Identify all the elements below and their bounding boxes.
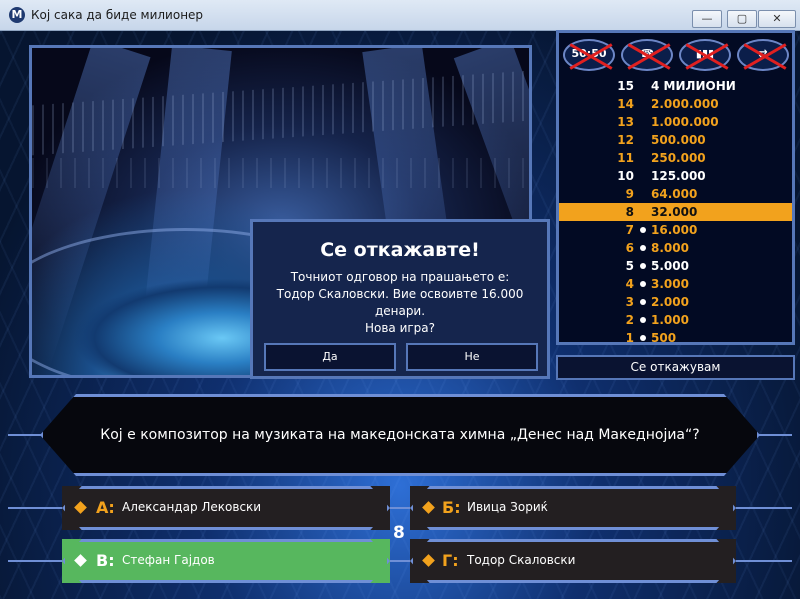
prize-level-number: 5 — [625, 259, 634, 273]
prize-level-2: 2 1.000 — [559, 311, 792, 329]
prize-level-amount: 5.000 — [651, 259, 689, 273]
answer-text: Ивица Зориќ — [467, 500, 548, 514]
safe-level-dot-icon — [640, 335, 646, 341]
question-text: Кој е композитор на музиката на македонс… — [100, 427, 700, 443]
answer-a[interactable]: А: Александар Лековски — [62, 486, 390, 530]
answer-letter: А: — [96, 498, 115, 517]
prize-level-number: 3 — [625, 295, 634, 309]
safe-level-dot-icon — [640, 281, 646, 287]
quit-dialog: Се откажавте! Точниот одговор на прашање… — [250, 219, 550, 379]
lifelines-bar: 50:50 ☎ ▮▮▮ ⇄ — [559, 33, 792, 77]
prize-level-1: 1 500 — [559, 329, 792, 347]
question-number: 8 — [393, 523, 405, 543]
prize-level-5: 5 5.000 — [559, 257, 792, 275]
prize-level-number: 7 — [625, 223, 634, 237]
fifty-fifty-lifeline-icon[interactable]: 50:50 — [563, 39, 615, 71]
answer-b[interactable]: Б: Ивица Зориќ — [410, 486, 736, 530]
prize-level-amount: 4 МИЛИОНИ — [651, 79, 736, 93]
dialog-message-line: денари. — [374, 304, 426, 318]
prize-levels: 15 4 МИЛИОНИ 14 2.000.000 13 1.000.000 12 500.0… — [559, 77, 792, 347]
answer-connector — [8, 507, 68, 509]
safe-level-dot-icon — [640, 263, 646, 269]
maximize-button[interactable]: ▢ — [727, 10, 757, 28]
close-button[interactable]: ✕ — [758, 10, 796, 28]
ask-the-audience-lifeline-icon[interactable]: ▮▮▮ — [679, 39, 731, 71]
prize-level-number: 12 — [617, 133, 634, 147]
prize-level-11: 11 250.000 — [559, 149, 792, 167]
money-ladder: 50:50 ☎ ▮▮▮ ⇄ 154 МИЛИОНИ142.000.000131.… — [556, 30, 795, 345]
prize-level-15: 15 4 МИЛИОНИ — [559, 77, 792, 95]
title-bar: M Кој сака да биде милионер — ▢ ✕ — [0, 0, 800, 31]
quit-button[interactable]: Се откажувам — [556, 355, 795, 380]
window-title: Кој сака да биде милионер — [31, 8, 204, 22]
prize-level-4: 4 3.000 — [559, 275, 792, 293]
safe-level-dot-icon — [640, 227, 646, 233]
no-button[interactable]: Не — [406, 343, 538, 371]
answer-connector — [8, 560, 68, 562]
prize-level-3: 3 2.000 — [559, 293, 792, 311]
safe-level-dot-icon — [640, 245, 646, 251]
answer-text: Александар Лековски — [122, 500, 262, 514]
yes-button[interactable]: Да — [264, 343, 396, 371]
prize-level-number: 10 — [617, 169, 634, 183]
prize-level-amount: 32.000 — [651, 205, 698, 219]
prize-level-number: 15 — [617, 79, 634, 93]
prize-level-amount: 125.000 — [651, 169, 706, 183]
safe-level-dot-icon — [640, 317, 646, 323]
prize-level-number: 13 — [617, 115, 634, 129]
dialog-message-line: Нова игра? — [364, 321, 436, 335]
prize-level-number: 6 — [625, 241, 634, 255]
prize-level-amount: 500 — [651, 331, 677, 345]
safe-level-dot-icon — [640, 299, 646, 305]
dialog-message-line: Точниот одговор на прашањето е: — [290, 270, 510, 284]
prize-level-number: 4 — [625, 277, 634, 291]
prize-level-7: 7 16.000 — [559, 221, 792, 239]
answer-letter: Б: — [442, 498, 461, 517]
prize-level-amount: 500.000 — [651, 133, 706, 147]
answer-connector — [728, 560, 792, 562]
answer-d[interactable]: Г: Тодор Скаловски — [410, 539, 736, 583]
app-logo-icon: M — [9, 7, 25, 23]
prize-level-amount: 16.000 — [651, 223, 698, 237]
prize-level-number: 9 — [625, 187, 634, 201]
prize-level-8: 8 32.000 — [559, 203, 792, 221]
answer-letter: В: — [96, 551, 115, 570]
prize-level-number: 8 — [625, 205, 634, 219]
switch-question-lifeline-icon[interactable]: ⇄ — [737, 39, 789, 71]
prize-level-14: 14 2.000.000 — [559, 95, 792, 113]
prize-level-amount: 250.000 — [651, 151, 706, 165]
prize-level-12: 12 500.000 — [559, 131, 792, 149]
answer-letter: Г: — [442, 551, 459, 570]
prize-level-number: 2 — [625, 313, 634, 327]
prize-level-10: 10 125.000 — [559, 167, 792, 185]
dialog-message: Точниот одговор на прашањето е: Тодор Ск… — [253, 269, 547, 337]
prize-level-amount: 3.000 — [651, 277, 689, 291]
prize-level-amount: 2.000.000 — [651, 97, 719, 111]
prize-level-amount: 1.000 — [651, 313, 689, 327]
minimize-button[interactable]: — — [692, 10, 722, 28]
answer-text: Стефан Гајдов — [122, 553, 215, 567]
answer-c[interactable]: В: Стефан Гајдов — [62, 539, 390, 583]
prize-level-number: 11 — [617, 151, 634, 165]
prize-level-number: 1 — [625, 331, 634, 345]
prize-level-9: 9 64.000 — [559, 185, 792, 203]
dialog-title: Се откажавте! — [320, 239, 480, 261]
prize-level-13: 13 1.000.000 — [559, 113, 792, 131]
prize-level-amount: 8.000 — [651, 241, 689, 255]
prize-level-number: 14 — [617, 97, 634, 111]
prize-level-amount: 2.000 — [651, 295, 689, 309]
phone-a-friend-lifeline-icon[interactable]: ☎ — [621, 39, 673, 71]
prize-level-6: 6 8.000 — [559, 239, 792, 257]
answer-text: Тодор Скаловски — [467, 553, 576, 567]
dialog-message-line: Тодор Скаловски. Вие освоивте 16.000 — [276, 287, 524, 301]
prize-level-amount: 64.000 — [651, 187, 698, 201]
prize-level-amount: 1.000.000 — [651, 115, 719, 129]
answer-connector — [728, 507, 792, 509]
